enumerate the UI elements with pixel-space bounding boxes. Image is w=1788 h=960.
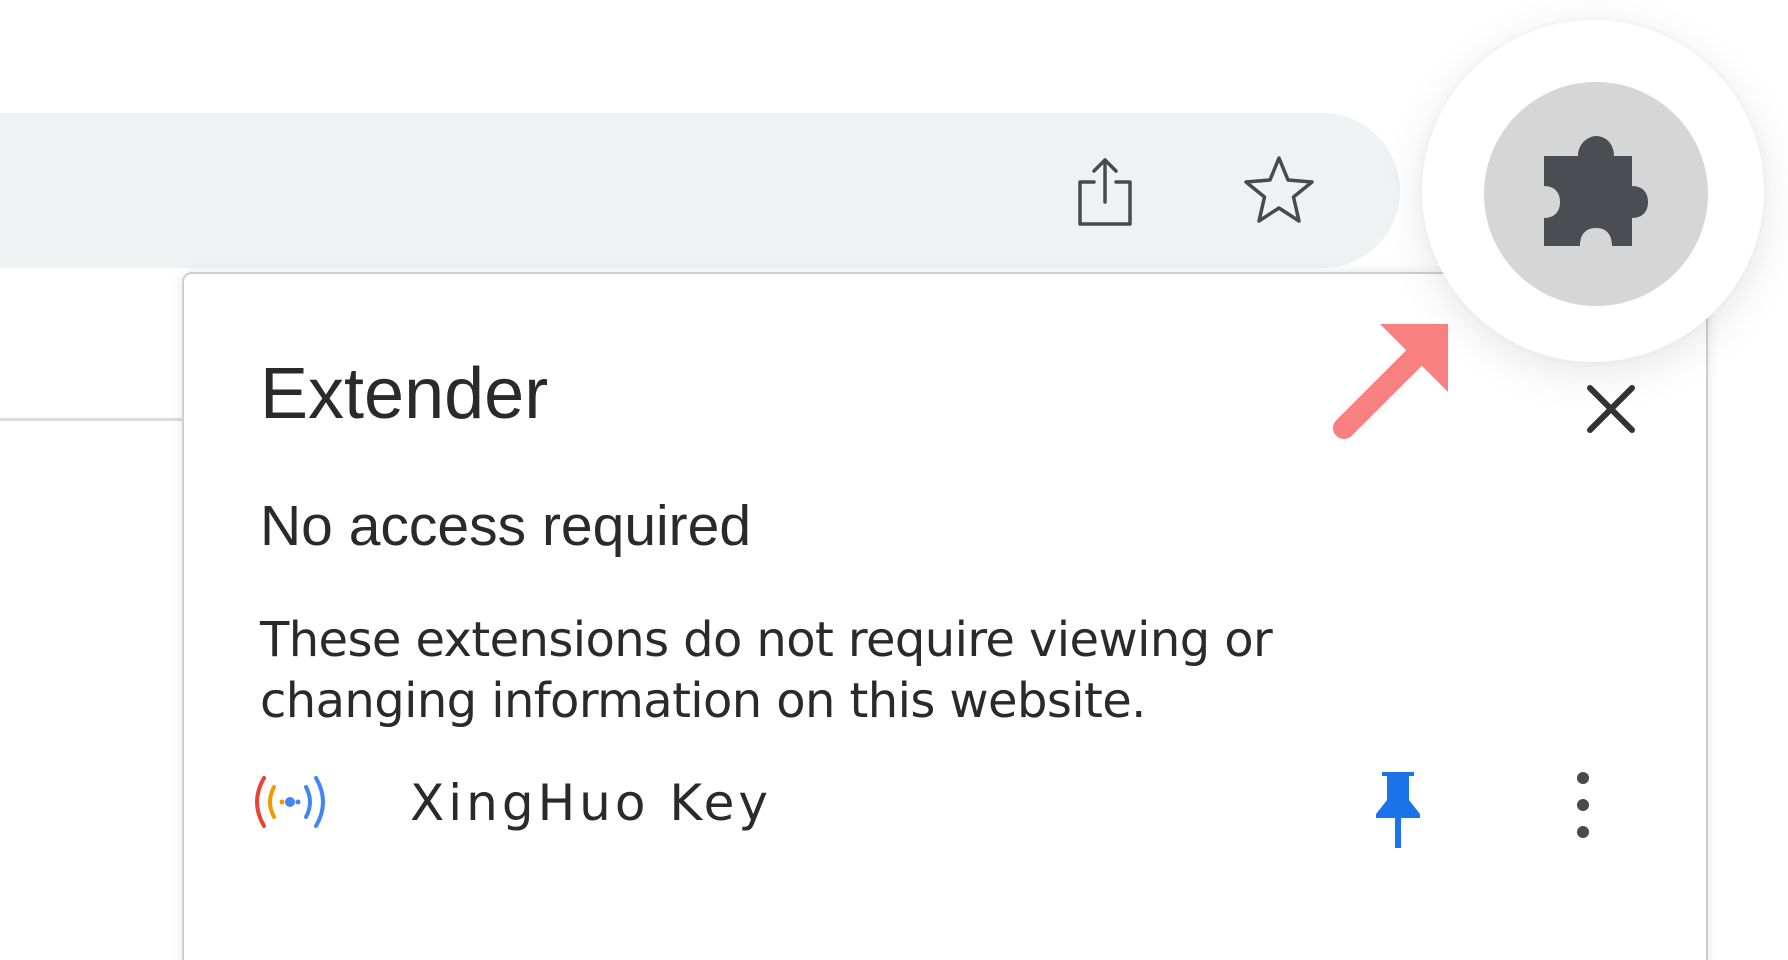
section-description: These extensions do not require viewing … — [260, 612, 1273, 729]
extension-item[interactable]: XingHuo Key — [246, 760, 1636, 850]
more-vertical-icon[interactable] — [1558, 760, 1608, 855]
extensions-menu-button[interactable] — [1484, 82, 1708, 306]
address-bar[interactable] — [0, 113, 1400, 268]
star-icon[interactable] — [1241, 152, 1317, 228]
share-icon[interactable] — [1070, 152, 1140, 230]
browser-window: Extender No access required These extens… — [0, 0, 1788, 960]
arrow-icon — [1333, 324, 1448, 439]
broadcast-icon — [255, 776, 325, 828]
extensions-popup: Extender No access required These extens… — [182, 272, 1708, 960]
puzzle-icon — [1544, 136, 1648, 246]
pin-icon[interactable] — [1368, 760, 1428, 855]
page-divider — [0, 418, 185, 421]
section-heading: No access required — [260, 494, 752, 558]
extension-name: XingHuo Key — [410, 774, 772, 832]
close-icon[interactable] — [1576, 374, 1646, 444]
popup-title: Extender — [260, 354, 549, 434]
